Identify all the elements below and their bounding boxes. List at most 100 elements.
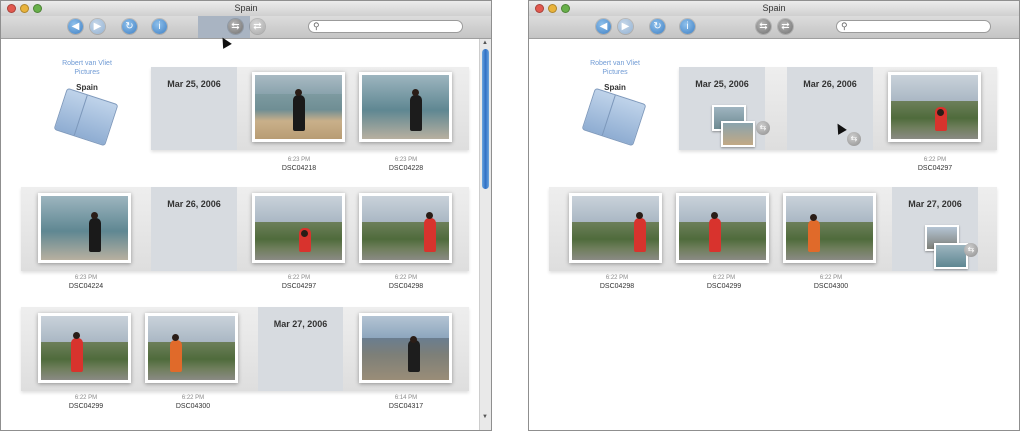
photo-time: 6:22 PM: [74, 395, 98, 401]
magnifier-icon: ⚲: [313, 21, 320, 31]
source-folder: Pictures: [74, 69, 100, 76]
photo-filename: DSC04297: [917, 165, 953, 172]
date-label: Mar 25, 2006: [695, 79, 749, 89]
photo-caption: 6:22 PM DSC04298: [361, 275, 451, 290]
photo-caption: 6:22 PM DSC04298: [572, 275, 662, 290]
source-info: Robert van Vliet Pictures Spain: [575, 59, 655, 92]
album-label: Spain: [604, 83, 626, 92]
source-info: Robert van Vliet Pictures Spain: [47, 59, 127, 92]
title-bar[interactable]: Spain: [529, 1, 1019, 17]
photo-caption: 6:22 PM DSC04300: [148, 395, 238, 410]
album-folder-icon[interactable]: [581, 87, 647, 147]
stack-thumbnail: [934, 243, 968, 269]
date-label: Mar 27, 2006: [273, 319, 328, 329]
search-field[interactable]: ⚲: [836, 20, 991, 33]
photo-thumbnail[interactable]: [38, 313, 131, 383]
photo-filename: DSC04300: [813, 283, 849, 290]
photo-filename: DSC04218: [281, 165, 317, 172]
photo-time: 6:22 PM: [181, 395, 205, 401]
date-card[interactable]: Mar 27, 2006: [258, 307, 343, 391]
ungroup-icon[interactable]: ⇄: [250, 19, 265, 34]
photo-filename: DSC04224: [68, 283, 104, 290]
photo-time: 6:22 PM: [923, 157, 947, 163]
stack-thumbnail: [721, 121, 755, 147]
date-label: Mar 27, 2006: [908, 199, 962, 209]
photo-time: 6:23 PM: [394, 157, 418, 163]
magnifier-icon: ⚲: [841, 21, 848, 31]
photo-thumbnail[interactable]: [38, 193, 131, 263]
vertical-scrollbar[interactable]: ▲ ▼: [479, 39, 491, 430]
right-window: Spain ◀ ▶ ↻ i ⇆ ⇄ ⚲ Robert van Vliet Pic…: [528, 0, 1020, 431]
window-title: Spain: [762, 3, 786, 13]
photo-thumbnail[interactable]: [569, 193, 662, 263]
search-field[interactable]: ⚲: [308, 20, 463, 33]
toolbar: ◀ ▶ ↻ i ⇆ ⇄ ⚲: [529, 16, 1019, 39]
photo-filename: DSC04297: [281, 283, 317, 290]
forward-arrow-icon[interactable]: ▶: [618, 19, 633, 34]
photo-caption: 6:22 PM DSC04299: [41, 395, 131, 410]
scroll-down-arrow-icon[interactable]: ▼: [482, 414, 488, 420]
date-card[interactable]: Mar 27, 2006 ⇆: [892, 187, 978, 271]
source-folder: Pictures: [602, 69, 628, 76]
scroll-up-arrow-icon[interactable]: ▲: [482, 40, 488, 46]
date-label: Mar 25, 2006: [167, 79, 221, 89]
collapse-stack-icon[interactable]: ⇆: [847, 132, 861, 146]
info-icon[interactable]: i: [680, 19, 695, 34]
album-label: Spain: [76, 83, 98, 92]
expand-stack-icon[interactable]: ⇆: [964, 243, 978, 257]
photo-thumbnail[interactable]: [359, 72, 452, 142]
ungroup-icon[interactable]: ⇄: [778, 19, 793, 34]
photo-caption: 6:23 PM DSC04224: [41, 275, 131, 290]
photo-thumbnail[interactable]: [676, 193, 769, 263]
photo-filename: DSC04299: [706, 283, 742, 290]
group-icon[interactable]: ⇆: [756, 19, 771, 34]
photo-filename: DSC04228: [388, 165, 424, 172]
photo-time: 6:22 PM: [819, 275, 843, 281]
rotate-icon[interactable]: ↻: [650, 19, 665, 34]
photo-thumbnail[interactable]: [359, 193, 452, 263]
date-card[interactable]: Mar 25, 2006 ⇆: [679, 67, 770, 150]
photo-filename: DSC04300: [175, 403, 211, 410]
photo-caption: 6:14 PM DSC04317: [361, 395, 451, 410]
date-card[interactable]: Mar 26, 2006 ⇆: [787, 67, 873, 150]
photo-time: 6:22 PM: [394, 275, 418, 281]
photo-thumbnail[interactable]: [252, 193, 345, 263]
photo-time: 6:22 PM: [712, 275, 736, 281]
album-folder-icon[interactable]: [53, 87, 119, 147]
photo-filename: DSC04298: [388, 283, 424, 290]
photo-caption: 6:22 PM DSC04297: [890, 157, 980, 172]
photo-thumbnail[interactable]: [252, 72, 345, 142]
photo-thumbnail[interactable]: [145, 313, 238, 383]
photo-time: 6:23 PM: [287, 157, 311, 163]
photo-caption: 6:22 PM DSC04299: [679, 275, 769, 290]
date-card[interactable]: Mar 25, 2006: [151, 67, 237, 150]
back-arrow-icon[interactable]: ◀: [68, 19, 83, 34]
photo-caption: 6:22 PM DSC04297: [254, 275, 344, 290]
photo-time: 6:22 PM: [287, 275, 311, 281]
photo-caption: 6:23 PM DSC04218: [254, 157, 344, 172]
toolbar: ◀ ▶ ↻ i ⇆ ⇄ ⚲: [1, 16, 491, 39]
photo-thumbnail[interactable]: [888, 72, 981, 142]
info-icon[interactable]: i: [152, 19, 167, 34]
date-card[interactable]: Mar 26, 2006: [151, 187, 237, 271]
photo-time: 6:23 PM: [74, 275, 98, 281]
photo-filename: DSC04317: [388, 403, 424, 410]
expand-stack-icon[interactable]: ⇆: [756, 121, 770, 135]
photo-filename: DSC04299: [68, 403, 104, 410]
photo-thumbnail[interactable]: [359, 313, 452, 383]
source-owner: Robert van Vliet: [62, 60, 112, 67]
scrollbar-thumb[interactable]: [482, 49, 489, 189]
date-label: Mar 26, 2006: [803, 79, 857, 89]
photo-caption: 6:23 PM DSC04228: [361, 157, 451, 172]
title-bar[interactable]: Spain: [1, 1, 491, 17]
left-window: Spain ◀ ▶ ↻ i ⇆ ⇄ ⚲ Robert van Vliet Pic…: [0, 0, 492, 431]
back-arrow-icon[interactable]: ◀: [596, 19, 611, 34]
group-icon[interactable]: ⇆: [228, 19, 243, 34]
photo-thumbnail[interactable]: [783, 193, 876, 263]
photo-filename: DSC04298: [599, 283, 635, 290]
photo-time: 6:14 PM: [394, 395, 418, 401]
photo-caption: 6:22 PM DSC04300: [786, 275, 876, 290]
window-title: Spain: [234, 3, 258, 13]
rotate-icon[interactable]: ↻: [122, 19, 137, 34]
forward-arrow-icon[interactable]: ▶: [90, 19, 105, 34]
